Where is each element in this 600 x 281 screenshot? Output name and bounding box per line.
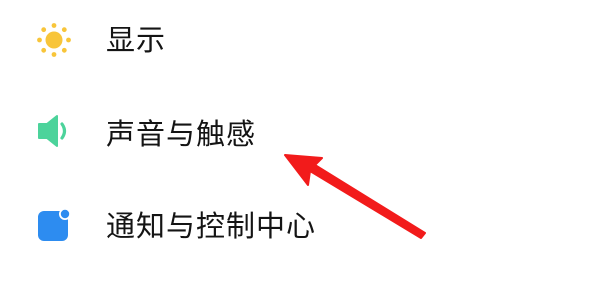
pointer-arrow-icon: [284, 154, 426, 239]
settings-item-label: 声音与触感: [106, 117, 257, 151]
sun-icon: [34, 20, 74, 60]
notification-icon: [34, 205, 74, 245]
speaker-icon: [34, 111, 74, 151]
settings-item-label: 显示: [106, 23, 167, 57]
settings-item-display[interactable]: 显示: [0, 18, 600, 98]
